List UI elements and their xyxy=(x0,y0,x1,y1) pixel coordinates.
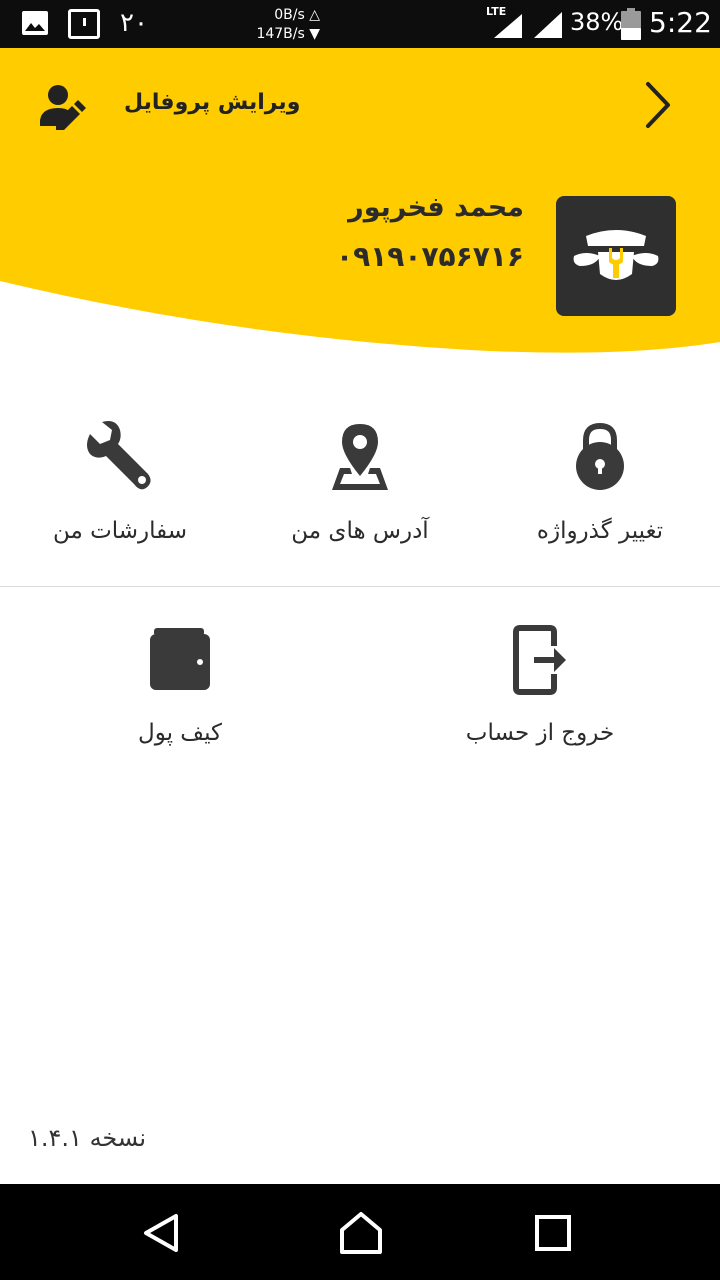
photo-icon xyxy=(22,11,48,35)
wallet-icon xyxy=(150,628,210,690)
lock-icon xyxy=(576,422,624,490)
user-phone: ۰۹۱۹۰۷۵۶۷۱۶ xyxy=(336,240,524,273)
wrench-icon xyxy=(87,421,151,490)
app-version: نسخه ۱.۴.۱ xyxy=(28,1124,147,1152)
car-service-logo-icon xyxy=(573,230,659,280)
battery-percent: 38% xyxy=(570,8,624,36)
my-orders-label: سفارشات من xyxy=(52,518,188,544)
change-password-label: تغییر گذرواژه xyxy=(536,518,664,544)
clock: 5:22 xyxy=(649,6,712,39)
change-password-tile[interactable]: تغییر گذرواژه xyxy=(480,410,720,610)
net-down: 147B/s ▼ xyxy=(256,26,320,42)
wallet-label: کیف پول xyxy=(137,720,222,746)
chevron-right-icon[interactable] xyxy=(636,78,680,132)
avatar[interactable] xyxy=(556,196,676,316)
signal-icon xyxy=(494,14,522,38)
my-addresses-tile[interactable]: آدرس های من xyxy=(240,410,480,610)
logout-icon xyxy=(513,625,566,695)
sim-icon xyxy=(68,9,100,39)
battery-icon xyxy=(621,8,641,40)
user-edit-icon xyxy=(40,85,86,130)
signal-icon xyxy=(534,12,562,38)
recents-icon[interactable] xyxy=(528,1208,578,1258)
network-speed: 0B/s △ 147B/s ▼ xyxy=(240,6,320,44)
wallet-tile[interactable]: کیف پول xyxy=(60,620,300,820)
notification-count: ۲۰ xyxy=(120,8,148,38)
home-icon[interactable] xyxy=(336,1208,386,1258)
user-name: محمد فخرپور xyxy=(348,192,524,223)
divider xyxy=(0,586,720,587)
location-pin-icon xyxy=(332,424,388,490)
logout-label: خروج از حساب xyxy=(465,720,615,746)
status-bar: ۲۰ 0B/s △ 147B/s ▼ LTE 38% 5:22 xyxy=(0,0,720,48)
net-up: 0B/s △ xyxy=(274,7,320,23)
edit-profile-button[interactable]: ویرایش پروفایل xyxy=(36,76,300,136)
back-triangle-icon[interactable] xyxy=(136,1208,186,1258)
my-addresses-label: آدرس های من xyxy=(291,518,429,544)
navigation-bar xyxy=(0,1184,720,1280)
logout-tile[interactable]: خروج از حساب xyxy=(420,620,660,820)
screen: ۲۰ 0B/s △ 147B/s ▼ LTE 38% 5:22 ویرایش پ… xyxy=(0,0,720,1280)
edit-profile-label: ویرایش پروفایل xyxy=(124,90,301,115)
my-orders-tile[interactable]: سفارشات من xyxy=(0,410,240,610)
